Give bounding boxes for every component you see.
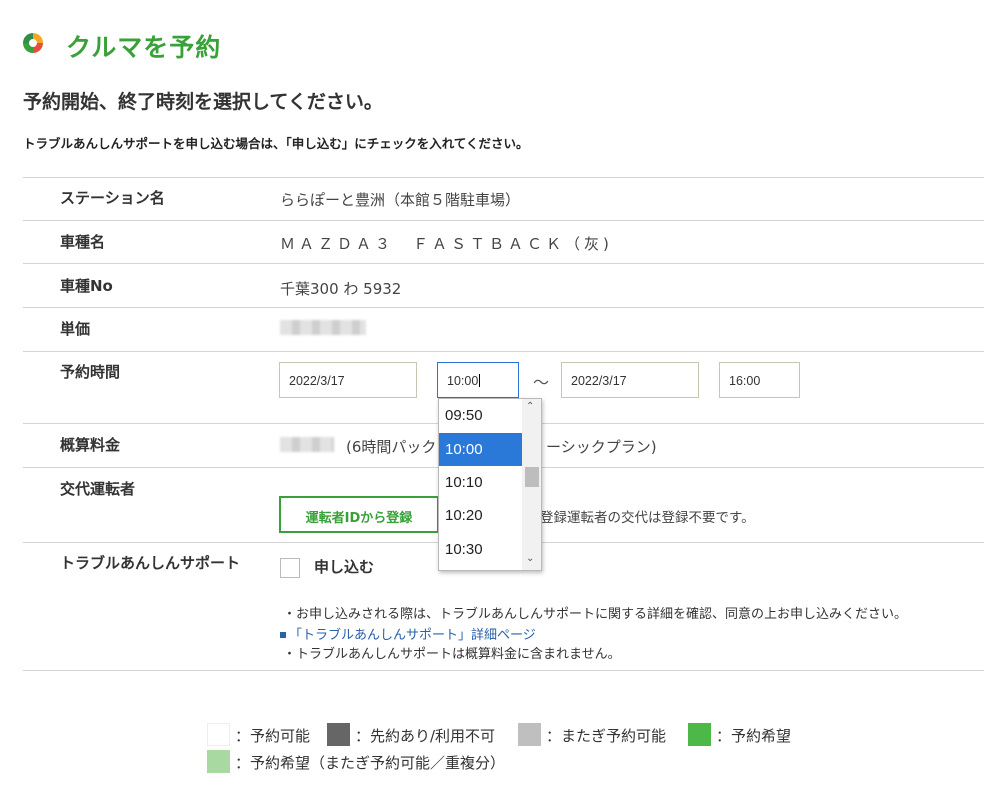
legend-available: ：予約可能 (207, 723, 310, 746)
station-value: ららぽーと豊洲（本館５階駐車場） (280, 191, 521, 209)
table-divider (23, 351, 984, 352)
support-notice: トラブルあんしんサポートを申し込む場合は、「申し込む」にチェックを入れてください… (23, 136, 529, 151)
legend-text: ：予約希望 (716, 727, 792, 745)
table-divider (23, 307, 984, 308)
support-detail-link[interactable]: 「トラブルあんしんサポート」詳細ページ (280, 624, 536, 643)
support-label: トラブルあんしんサポート (60, 554, 241, 572)
scroll-down-icon[interactable]: ⌄ (526, 554, 534, 564)
time-option-selected[interactable]: 10:00 (439, 433, 523, 466)
support-detail-link-text[interactable]: 「トラブルあんしんサポート」詳細ページ (289, 628, 536, 643)
legend-swatch-desired (688, 723, 711, 746)
support-checkbox-label[interactable]: 申し込む (314, 556, 374, 577)
station-label: ステーション名 (60, 189, 165, 207)
unit-price-label: 単価 (60, 320, 91, 338)
time-option[interactable]: 10:30 (439, 533, 523, 566)
model-label: 車種名 (60, 233, 106, 251)
estimate-label: 概算料金 (60, 436, 121, 454)
end-date-input[interactable]: 2022/3/17 (561, 362, 699, 398)
support-note-2: ・トラブルあんしんサポートは概算料金に含まれません。 (283, 647, 621, 662)
estimate-redacted (280, 437, 334, 452)
reservation-time-label: 予約時間 (60, 363, 121, 381)
driver-note: 登録運転者の交代は登録不要です。 (540, 510, 755, 526)
legend-text: ：予約希望（またぎ予約可能／重複分） (235, 754, 506, 772)
legend-text: ：またぎ予約可能 (546, 727, 667, 745)
text-caret (479, 374, 481, 387)
start-time-value: 10:00 (447, 374, 479, 388)
legend-text: ：予約可能 (235, 727, 311, 745)
legend-span: ：またぎ予約可能 (518, 723, 666, 746)
start-date-input[interactable]: 2022/3/17 (279, 362, 417, 398)
table-divider (23, 263, 984, 264)
legend-swatch-desired-span (207, 750, 230, 773)
scrollbar-thumb[interactable] (525, 467, 539, 487)
end-time-select[interactable]: 16:00 (719, 362, 800, 398)
support-checkbox[interactable] (280, 558, 300, 578)
legend-swatch-booked (327, 723, 350, 746)
table-divider (23, 220, 984, 221)
legend-swatch-span (518, 723, 541, 746)
page-title: クルマを予約 (66, 33, 222, 62)
time-option[interactable]: 10:20 (439, 499, 523, 532)
legend-swatch-available (207, 723, 230, 746)
model-value: ＭＡＺＤＡ３ ＦＡＳＴＢＡＣＫ（灰) (280, 235, 613, 253)
legend-desired: ：予約希望 (688, 723, 791, 746)
car-no-label: 車種No (60, 277, 113, 295)
page-subtitle: 予約開始、終了時刻を選択してください。 (23, 91, 383, 113)
unit-price-redacted (280, 320, 366, 335)
start-time-select[interactable]: 10:00 (437, 362, 519, 398)
table-divider (23, 670, 984, 671)
range-separator: 〜 (533, 373, 550, 392)
register-driver-button[interactable]: 運転者IDから登録 (279, 496, 439, 533)
car-no-value: 千葉300 わ 5932 (280, 280, 402, 298)
driver-label: 交代運転者 (60, 480, 136, 498)
table-divider (23, 177, 984, 178)
time-option[interactable]: 09:50 (439, 399, 523, 432)
estimate-plan: ーシックプラン) (546, 438, 657, 456)
legend-text: ：先約あり/利用不可 (355, 727, 496, 745)
link-bullet-icon (280, 632, 286, 638)
legend-desired-span: ：予約希望（またぎ予約可能／重複分） (207, 750, 505, 773)
scroll-up-icon[interactable]: ⌃ (526, 402, 534, 412)
logo-icon (22, 32, 44, 54)
dropdown-scrollbar[interactable]: ⌃ ⌄ (522, 399, 541, 570)
time-dropdown-list[interactable]: 09:50 10:00 10:10 10:20 10:30 ⌃ ⌄ (438, 398, 542, 571)
estimate-value: (6時間パック (346, 438, 437, 456)
support-note-1: ・お申し込みされる際は、トラブルあんしんサポートに関する詳細を確認、同意の上お申… (283, 607, 908, 622)
legend-booked: ：先約あり/利用不可 (327, 723, 495, 746)
time-option[interactable]: 10:10 (439, 466, 523, 499)
